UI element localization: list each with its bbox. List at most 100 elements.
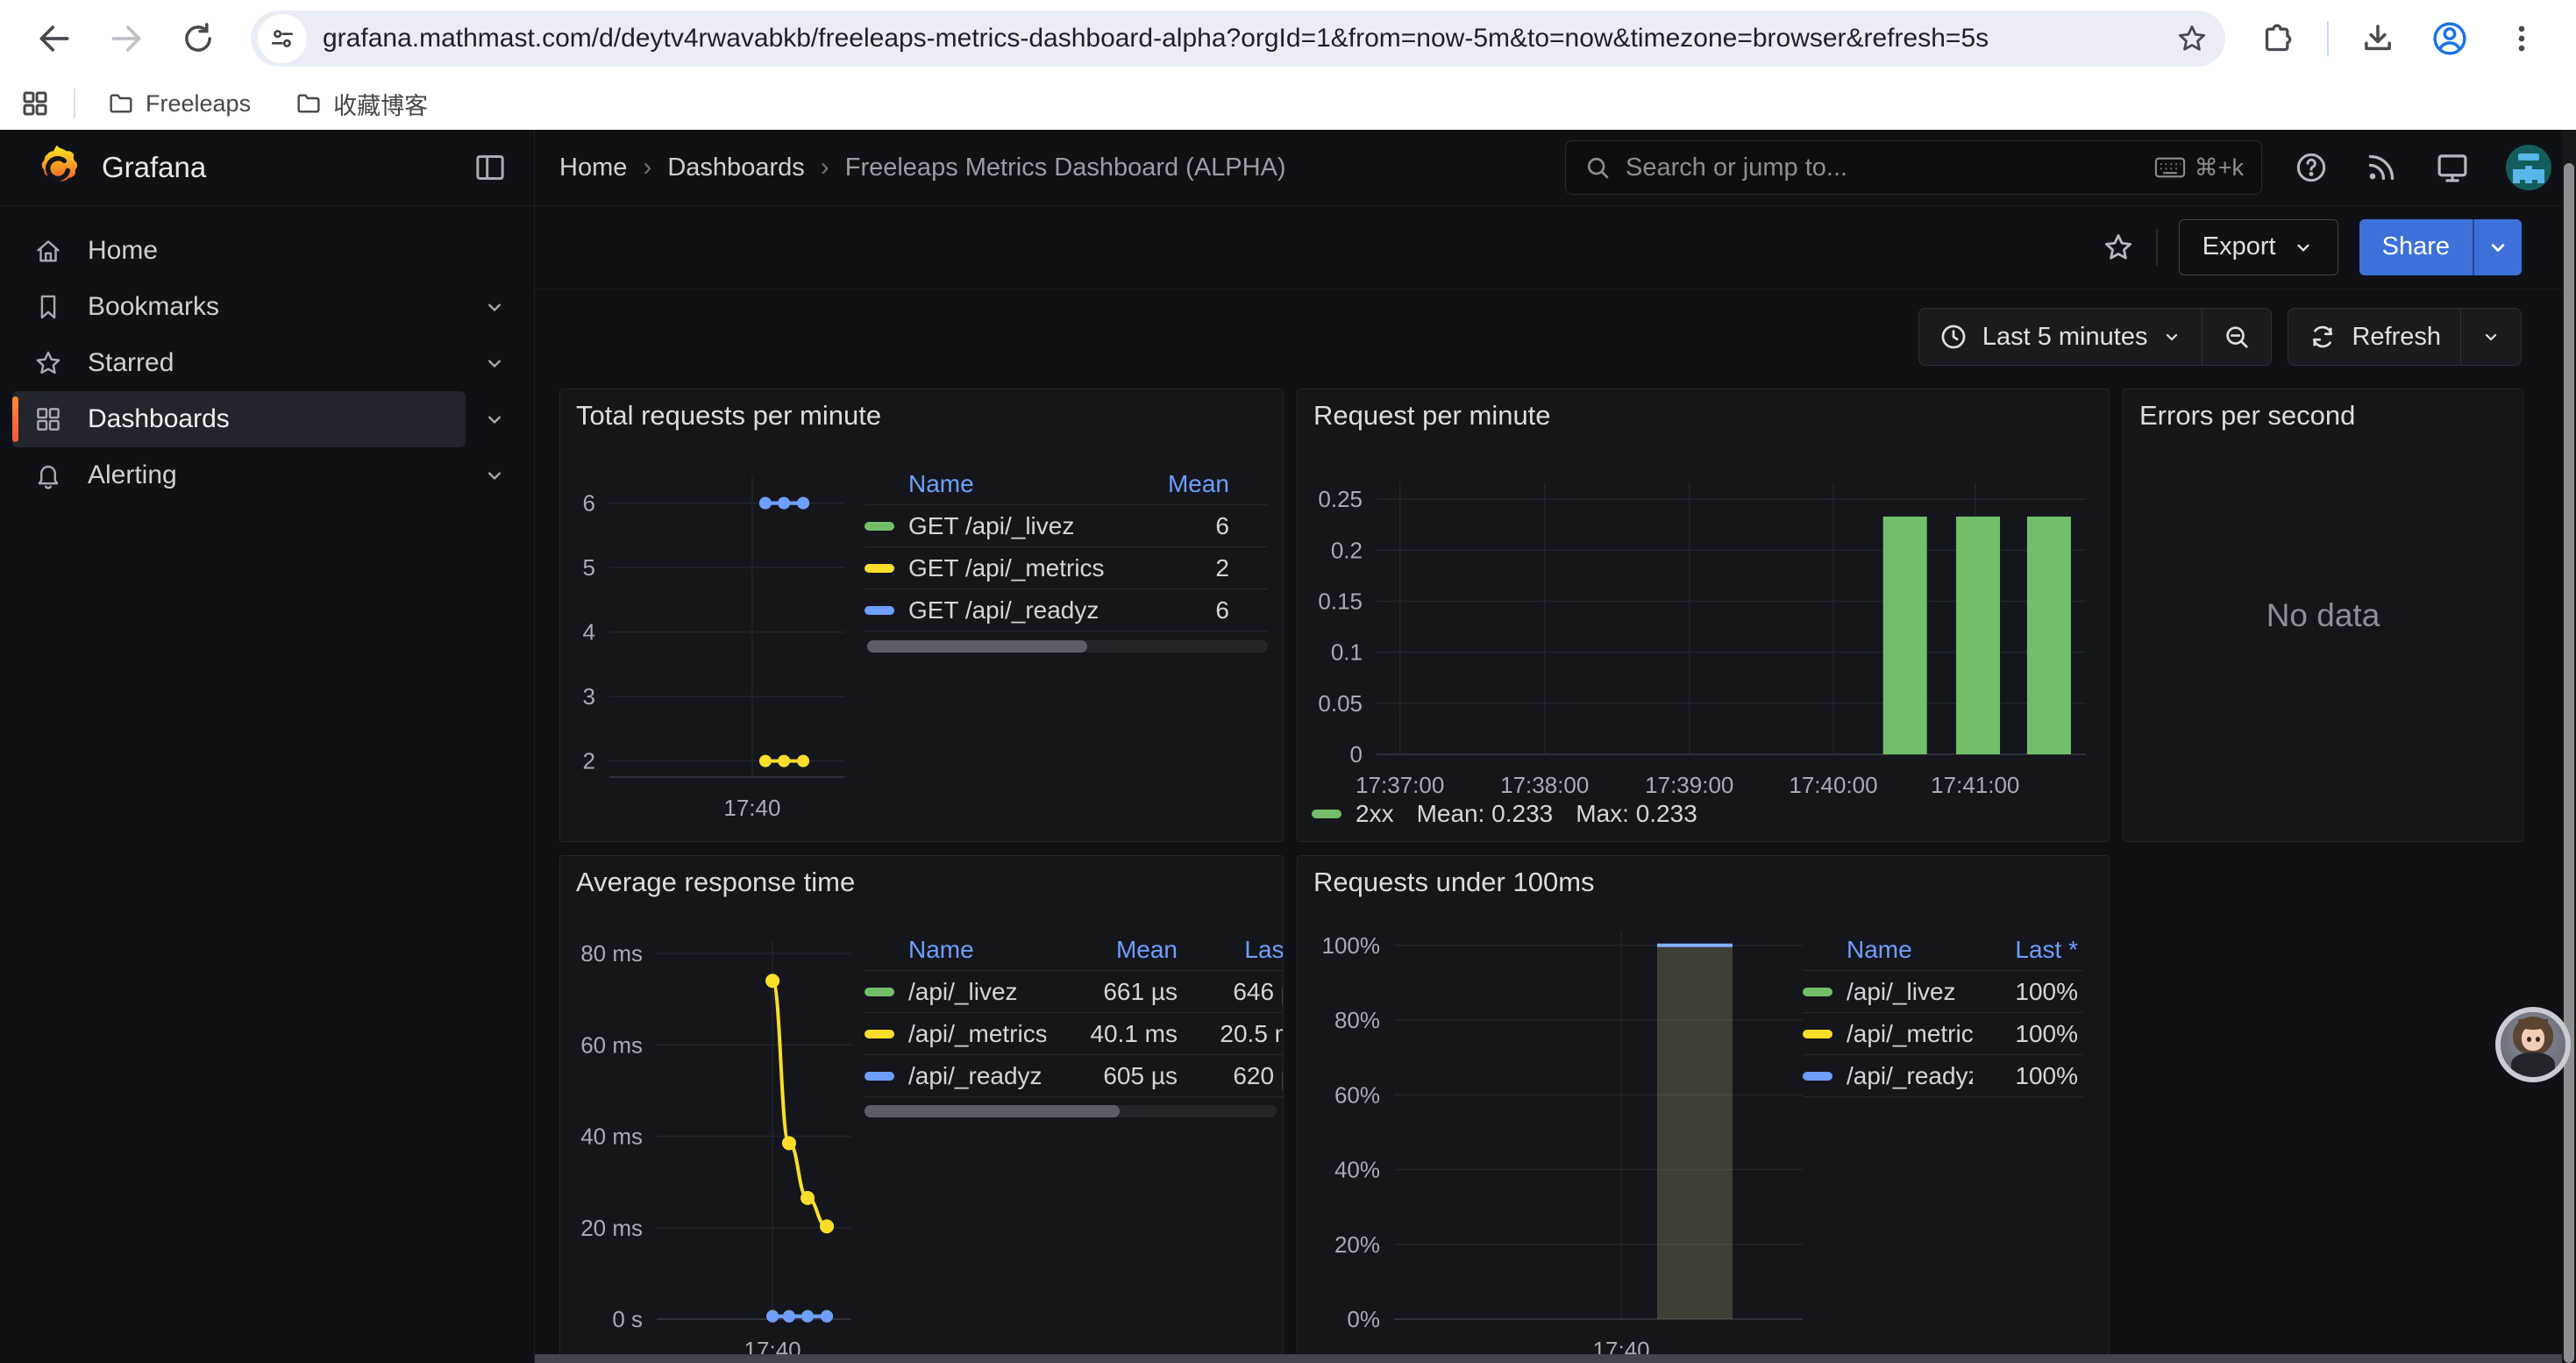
reload-icon[interactable] [167, 7, 230, 70]
assistant-avatar[interactable] [2495, 1007, 2571, 1082]
panel-total-requests-per-minute[interactable]: Total requests per minute 6543217:40 Nam… [559, 389, 1284, 842]
legend-item-2xx[interactable]: 2xx [1312, 800, 1394, 828]
chevron-down-icon[interactable] [466, 335, 523, 391]
series-value: 646 µs [1178, 978, 1284, 1006]
grafana-header: Grafana Home›Dashboards›Freeleaps Metric… [0, 130, 2576, 206]
series-name[interactable]: /api/_readyz [908, 1062, 1042, 1090]
series-name[interactable]: /api/_livez [908, 978, 1018, 1006]
panel-title[interactable]: Average response time [576, 867, 855, 898]
refresh-interval-dropdown[interactable] [2460, 309, 2521, 365]
toolbar-divider [2327, 21, 2329, 56]
series-value: 2 [1133, 554, 1229, 582]
forward-icon[interactable] [95, 7, 158, 70]
series-name[interactable]: GET /api/_livez [908, 512, 1074, 540]
series-name[interactable]: GET /api/_readyz [908, 596, 1099, 624]
search-icon [1583, 153, 1612, 182]
browser-menu-icon[interactable] [2490, 7, 2553, 70]
legend-scrollbar[interactable] [865, 1105, 1277, 1117]
breadcrumb-item[interactable]: Dashboards [667, 153, 804, 182]
svg-text:80%: 80% [1334, 1007, 1380, 1033]
profile-icon[interactable] [2418, 7, 2481, 70]
series-value: 6 [1133, 512, 1229, 540]
horizontal-scrollbar[interactable] [535, 1354, 2562, 1363]
export-button[interactable]: Export [2179, 219, 2338, 275]
sidebar-link-alerting[interactable]: Alerting [12, 447, 466, 503]
time-range-picker[interactable]: Last 5 minutes [1919, 309, 2202, 365]
series-name[interactable]: /api/_metrics [1847, 1020, 1973, 1048]
sidebar-link-starred[interactable]: Starred [12, 335, 466, 391]
panel-request-per-minute[interactable]: Request per minute 0.250.20.150.10.05017… [1297, 389, 2110, 842]
help-icon[interactable] [2294, 150, 2329, 185]
brand-title[interactable]: Grafana [102, 151, 452, 184]
series-name[interactable]: /api/_metrics [908, 1020, 1046, 1048]
legend-col-last[interactable]: Last * [1178, 936, 1284, 964]
search-input[interactable]: Search or jump to... ⌘+k [1565, 140, 2262, 195]
zoom-out-button[interactable] [2202, 309, 2271, 365]
extensions-icon[interactable] [2246, 7, 2309, 70]
legend-col-mean[interactable]: Mean [1133, 470, 1229, 498]
legend-col-name[interactable]: Name [865, 936, 1046, 964]
legend-col-name[interactable]: Name [1803, 936, 1973, 964]
legend-row[interactable]: GET /api/_livez 6 [865, 505, 1268, 547]
svg-text:0.05: 0.05 [1318, 690, 1363, 717]
url-text[interactable]: grafana.mathmast.com/d/deytv4rwavabkb/fr… [323, 24, 2167, 54]
panel-title[interactable]: Requests under 100ms [1313, 867, 1595, 898]
back-icon[interactable] [23, 7, 86, 70]
legend-row[interactable]: /api/_livez100% [1803, 971, 2083, 1013]
grafana-logo[interactable] [33, 144, 81, 191]
legend-row[interactable]: /api/_metrics100% [1803, 1013, 2083, 1055]
legend-row[interactable]: /api/_livez661 µs646 µs [865, 971, 1284, 1013]
time-controls-row: Last 5 minutes Refresh [1918, 298, 2522, 375]
bookmark-folder[interactable]: Freeleaps [98, 83, 260, 125]
legend-scrollbar[interactable] [867, 640, 1268, 653]
chevron-down-icon [2161, 326, 2182, 347]
dock-menu-icon[interactable] [473, 150, 508, 185]
legend-row[interactable]: /api/_readyz100% [1803, 1055, 2083, 1097]
share-menu-chevron-icon[interactable] [2473, 219, 2522, 275]
sidebar-link-home[interactable]: Home [12, 223, 523, 279]
site-settings-icon[interactable] [258, 14, 307, 63]
page-scrollbar[interactable] [2562, 130, 2576, 1363]
legend-col-mean[interactable]: Mean [1046, 936, 1178, 964]
favorite-star-icon[interactable] [2102, 231, 2135, 264]
apps-grid-icon[interactable] [19, 88, 51, 119]
refresh-button[interactable]: Refresh [2288, 309, 2460, 365]
legend-row[interactable]: GET /api/_readyz6 [865, 589, 1268, 632]
kiosk-monitor-icon[interactable] [2434, 149, 2471, 186]
series-value: 100% [1973, 1020, 2078, 1048]
legend-col-last[interactable]: Last * [1973, 936, 2078, 964]
grafana-header-right: Home›Dashboards›Freeleaps Metrics Dashbo… [535, 130, 2576, 205]
panel-title[interactable]: Request per minute [1313, 400, 1551, 432]
breadcrumb-item[interactable]: Home [559, 153, 627, 182]
svg-text:0: 0 [1350, 741, 1363, 767]
share-button[interactable]: Share [2359, 219, 2522, 275]
series-name[interactable]: GET /api/_metrics [908, 554, 1105, 582]
legend-row[interactable]: /api/_metrics40.1 ms20.5 ms [865, 1013, 1284, 1055]
panel-average-response-time[interactable]: Average response time 80 ms60 ms40 ms20 … [559, 855, 1284, 1363]
sidebar-link-dashboards[interactable]: Dashboards [12, 391, 466, 447]
series-name[interactable]: /api/_readyz [1847, 1062, 1973, 1090]
news-rss-icon[interactable] [2364, 150, 2399, 185]
series-color-pill [865, 606, 894, 615]
series-name[interactable]: /api/_livez [1847, 978, 1956, 1006]
bookmark-folder[interactable]: 收藏博客 [286, 83, 437, 125]
refresh-control: Refresh [2288, 308, 2522, 366]
series-color-pill [1312, 810, 1341, 818]
legend-row[interactable]: GET /api/_metrics 2 [865, 547, 1268, 589]
address-bar[interactable]: grafana.mathmast.com/d/deytv4rwavabkb/fr… [251, 11, 2225, 67]
legend-col-name[interactable]: Name [865, 470, 1133, 498]
page-scrollbar-thumb[interactable] [2564, 163, 2574, 1363]
breadcrumb-separator: › [821, 153, 829, 182]
panel-title[interactable]: Total requests per minute [576, 400, 881, 432]
panel-errors-per-second[interactable]: Errors per second No data [2123, 389, 2523, 842]
chevron-down-icon[interactable] [466, 391, 523, 447]
bookmark-star-icon[interactable] [2167, 14, 2217, 63]
sidebar-link-bookmarks[interactable]: Bookmarks [12, 279, 466, 335]
panel-requests-under-100ms[interactable]: Requests under 100ms 100%80%60%40%20%0%1… [1297, 855, 2110, 1363]
bar-chart: 100%80%60%40%20%0%17:40 [1303, 900, 1811, 1363]
chevron-down-icon[interactable] [466, 447, 523, 503]
chevron-down-icon[interactable] [466, 279, 523, 335]
downloads-icon[interactable] [2346, 7, 2409, 70]
user-avatar[interactable] [2506, 145, 2551, 190]
legend-row[interactable]: /api/_readyz605 µs620 µs [865, 1055, 1284, 1097]
